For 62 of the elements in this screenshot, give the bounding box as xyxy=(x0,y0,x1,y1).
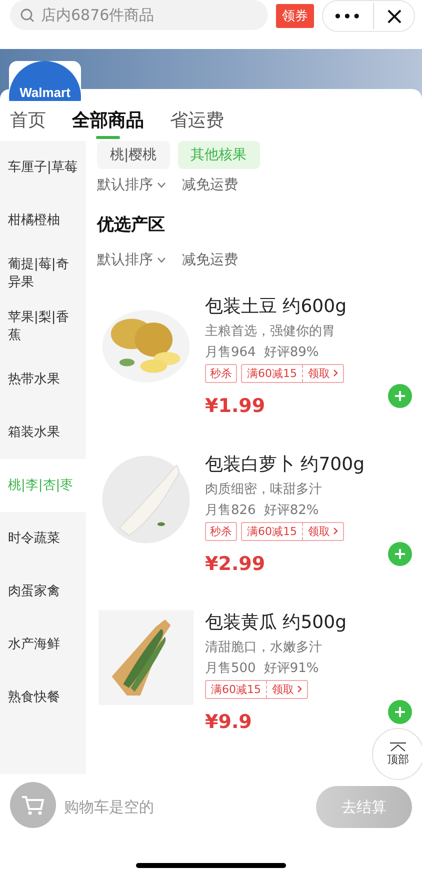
section-title: 优选产区 xyxy=(97,214,166,236)
monthly-sales: 月售826 xyxy=(205,502,256,519)
rating-text: 好评91% xyxy=(264,660,319,677)
category-item[interactable]: 水产海鲜 xyxy=(0,618,86,671)
claim-link[interactable]: 领取 xyxy=(302,365,343,382)
logo-text: Walmart xyxy=(20,85,70,101)
nav-tab[interactable]: 全部商品 xyxy=(72,109,144,139)
product-description: 主粮首选，强健你的胃 xyxy=(205,323,336,340)
category-item[interactable]: 苹果|梨|香蕉 xyxy=(0,300,86,353)
product-name: 包装土豆 约600g xyxy=(205,295,347,318)
category-item[interactable]: 柑橘橙柚 xyxy=(0,194,86,247)
monthly-sales: 月售500 xyxy=(205,660,256,677)
flash-sale-tag: 秒杀 xyxy=(205,364,237,383)
more-button[interactable]: ••• xyxy=(333,6,362,26)
flash-sale-tag: 秒杀 xyxy=(205,522,237,541)
product-price: ¥9.9 xyxy=(205,711,253,733)
coupon-text: 满60减15 xyxy=(210,682,262,698)
cart-status: 购物车是空的 xyxy=(64,798,154,816)
search-field[interactable]: 店内6876件商品 xyxy=(10,0,268,30)
rating-text: 好评82% xyxy=(264,502,319,519)
product-description: 清甜脆口，水嫩多汁 xyxy=(205,639,323,656)
subcategory-chip[interactable]: 桃|樱桃 xyxy=(97,141,170,169)
category-item[interactable]: 熟食快餐 xyxy=(0,671,86,724)
product-name: 包装黄瓜 约500g xyxy=(205,611,347,634)
chevron-right-icon xyxy=(333,527,338,535)
sort-dropdown[interactable]: 默认排序 xyxy=(97,251,166,269)
coupon-text: 满60减15 xyxy=(246,366,298,382)
product-description: 肉质细密，味甜多汁 xyxy=(205,481,323,498)
category-item[interactable]: 时令蔬菜 xyxy=(0,512,86,565)
coupon-tag[interactable]: 满60减15 领取 xyxy=(205,680,308,699)
product-price: ¥1.99 xyxy=(205,395,266,417)
nav-tab[interactable]: 省运费 xyxy=(170,109,224,139)
chevron-down-icon xyxy=(157,182,166,188)
sort-dropdown[interactable]: 默认排序 xyxy=(97,176,166,194)
chevron-down-icon xyxy=(157,257,166,264)
arrow-up-icon xyxy=(389,742,407,752)
cart-icon[interactable] xyxy=(10,782,56,828)
coupon-tag[interactable]: 满60减15 领取 xyxy=(241,364,344,383)
add-to-cart-icon[interactable] xyxy=(388,700,412,724)
chevron-right-icon xyxy=(297,685,302,693)
rating-text: 好评89% xyxy=(264,344,319,361)
add-to-cart-icon[interactable] xyxy=(388,542,412,566)
category-item[interactable]: 箱装水果 xyxy=(0,406,86,459)
category-item[interactable]: 车厘子|草莓 xyxy=(0,141,86,194)
category-item[interactable]: 肉蛋家禽 xyxy=(0,565,86,618)
chevron-right-icon xyxy=(333,369,338,377)
add-to-cart-icon[interactable] xyxy=(388,384,412,408)
claim-link[interactable]: 领取 xyxy=(266,681,307,698)
category-item[interactable]: 葡提|莓|奇异果 xyxy=(0,247,86,300)
monthly-sales: 月售964 xyxy=(205,344,256,361)
claim-link[interactable]: 领取 xyxy=(302,523,343,540)
coupon-button[interactable]: 领券 xyxy=(276,4,314,28)
product-name: 包装白萝卜 约700g xyxy=(205,453,365,476)
filter-link[interactable]: 减免运费 xyxy=(182,176,238,194)
filter-link[interactable]: 减免运费 xyxy=(182,251,238,269)
product-price: ¥2.99 xyxy=(205,553,266,575)
close-button[interactable]: × xyxy=(373,3,404,29)
category-item[interactable]: 热带水果 xyxy=(0,353,86,406)
coupon-text: 满60减15 xyxy=(246,524,298,540)
back-to-top-button[interactable]: 顶部 xyxy=(372,728,422,780)
nav-tab[interactable]: 首页 xyxy=(10,109,46,139)
coupon-tag[interactable]: 满60减15 领取 xyxy=(241,522,344,541)
